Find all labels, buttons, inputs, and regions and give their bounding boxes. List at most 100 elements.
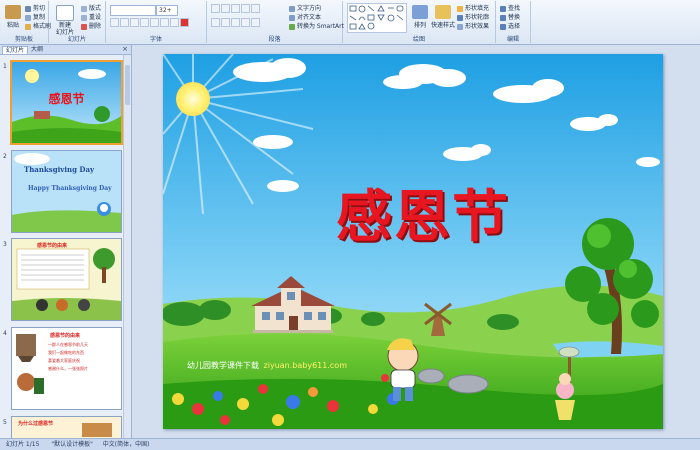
shape-effects-button[interactable]: 形状效果 [457,22,489,31]
line-spacing-icon[interactable] [251,4,260,13]
font-group: 32+ 字体 [106,1,207,43]
slide-thumb-2[interactable]: Thanksgiving Day Happy Thanksgiving Day [11,150,122,233]
list-toolbar [211,4,261,13]
outdent-icon[interactable] [231,4,240,13]
delete-button[interactable]: 删除 [81,22,101,31]
thumb-4-title: 感恩节的由来 [50,333,81,339]
strikethrough-icon[interactable] [140,18,149,27]
thumb-4-item: 一群人在感恩节前几天 [48,342,88,347]
indent-icon[interactable] [241,4,250,13]
tab-outline[interactable]: 大纲 [28,46,46,53]
justify-icon[interactable] [241,18,250,27]
font-size-field[interactable]: 32+ [156,5,178,16]
caption-text: 幼儿园教学课件下载 [187,361,259,370]
slide-thumb-3[interactable]: 感恩节的由来 [11,238,122,321]
smartart-button[interactable]: 转换为 SmartArt [289,22,344,31]
scroll-thumb[interactable] [125,65,130,105]
thumb-2-line1: Thanksgiving Day [24,165,95,174]
tab-slides[interactable]: 幻灯片 [2,46,29,54]
layout-icon [81,5,87,12]
status-slide-info: 幻灯片 1/15 [6,441,40,448]
align-text-button[interactable]: 对齐文本 [289,13,321,22]
bold-icon[interactable] [110,18,119,27]
thumb-3-art [12,239,121,320]
ribbon: 粘贴 剪切 复制 格式刷 剪贴板 新建 幻灯片 版式 重设 删除 幻灯片 32+… [0,0,700,45]
panel-tabs: 幻灯片 大纲 × [0,45,131,55]
status-bar: 幻灯片 1/15 "默认设计模板" 中文(简体，中国) [0,438,700,450]
format-painter-button[interactable]: 格式刷 [25,22,51,31]
brush-icon [25,23,31,30]
align-text-icon [289,14,295,21]
paste-icon [5,5,21,19]
status-theme: "默认设计模板" [51,441,93,448]
underline-icon[interactable] [130,18,139,27]
shapes-icon [349,5,404,30]
font-name-field[interactable] [110,5,156,16]
quick-styles-icon [435,5,451,19]
replace-button[interactable]: 替换 [500,13,520,22]
columns-icon[interactable] [251,18,260,27]
text-direction-icon [289,5,295,12]
arrange-button[interactable]: 排列 [409,3,431,33]
slide-thumb-1[interactable]: 感恩节 [10,60,123,145]
find-button[interactable]: 查找 [500,4,520,13]
shape-outline-button[interactable]: 形状轮廓 [457,13,489,22]
thumb-number: 4 [3,330,7,337]
new-slide-button[interactable]: 新建 幻灯片 [52,3,78,36]
find-icon [500,5,506,12]
slide-thumb-4[interactable]: 感恩节的由来 一群人在感恩节前几天 我们一起做吃的东西 喜爱着大家庭庆祝 感谢什… [11,327,122,410]
clipboard-group: 粘贴 剪切 复制 格式刷 剪贴板 [0,1,51,43]
copy-button[interactable]: 复制 [25,13,45,22]
editing-group: 查找 替换 选择 编辑 [496,1,531,43]
slide-thumb-5[interactable]: 为什么过感恩节 [11,416,122,440]
new-slide-icon [56,5,74,21]
select-button[interactable]: 选择 [500,22,520,31]
thumb-4-item: 喜爱着大家庭庆祝 [48,358,80,363]
panel-scrollbar[interactable] [123,55,131,438]
thumb-5-title: 为什么过感恩节 [18,421,54,427]
font-color-icon[interactable] [180,18,189,27]
fill-icon [457,5,463,12]
quick-styles-button[interactable]: 快速样式 [431,3,455,33]
slides-group: 新建 幻灯片 版式 重设 删除 幻灯片 [49,1,106,43]
slide-main[interactable]: 感恩节 幼儿园教学课件下载 ziyuan.baby611.com [163,54,663,429]
text-direction-button[interactable]: 文字方向 [289,4,321,13]
thumb-number: 5 [3,419,7,426]
thumb-4-item: 我们一起做吃的东西 [48,350,84,355]
shapes-gallery[interactable] [347,3,407,33]
scissors-icon [25,5,31,12]
align-center-icon[interactable] [221,18,230,27]
bullets-icon[interactable] [211,4,220,13]
thumb-3-title: 感恩节的由来 [36,243,67,249]
drawing-group: 排列 快速样式 形状填充 形状轮廓 形状效果 绘图 [343,1,496,43]
replace-icon [500,14,506,21]
copy-icon [25,14,31,21]
align-right-icon[interactable] [231,18,240,27]
paragraph-group: 文字方向 对齐文本 转换为 SmartArt 段落 [207,1,344,43]
outline-icon [457,14,463,21]
thumb-4-item: 感谢什么，一张张照片 [48,366,88,371]
layout-button[interactable]: 版式 [81,4,101,13]
arrange-icon [412,5,428,19]
cut-button[interactable]: 剪切 [25,4,45,13]
effects-icon [457,23,463,30]
select-icon [500,23,506,30]
reset-icon [81,14,87,21]
shadow-icon[interactable] [150,18,159,27]
caption-site[interactable]: ziyuan.baby611.com [264,361,347,370]
italic-icon[interactable] [120,18,129,27]
thumb-1-title: 感恩节 [48,92,85,106]
delete-icon [81,23,87,30]
slide-title[interactable]: 感恩节 [303,172,543,253]
reset-button[interactable]: 重设 [81,13,101,22]
paste-button[interactable]: 粘贴 [2,3,24,33]
spacing-icon[interactable] [160,18,169,27]
case-icon[interactable] [170,18,179,27]
thumb-number: 2 [3,153,7,160]
close-icon[interactable]: × [122,45,128,53]
align-left-icon[interactable] [211,18,220,27]
shape-fill-button[interactable]: 形状填充 [457,4,489,13]
slide-caption: 幼儿园教学课件下载 ziyuan.baby611.com [187,360,347,371]
status-language[interactable]: 中文(简体，中国) [103,441,150,448]
numbering-icon[interactable] [221,4,230,13]
